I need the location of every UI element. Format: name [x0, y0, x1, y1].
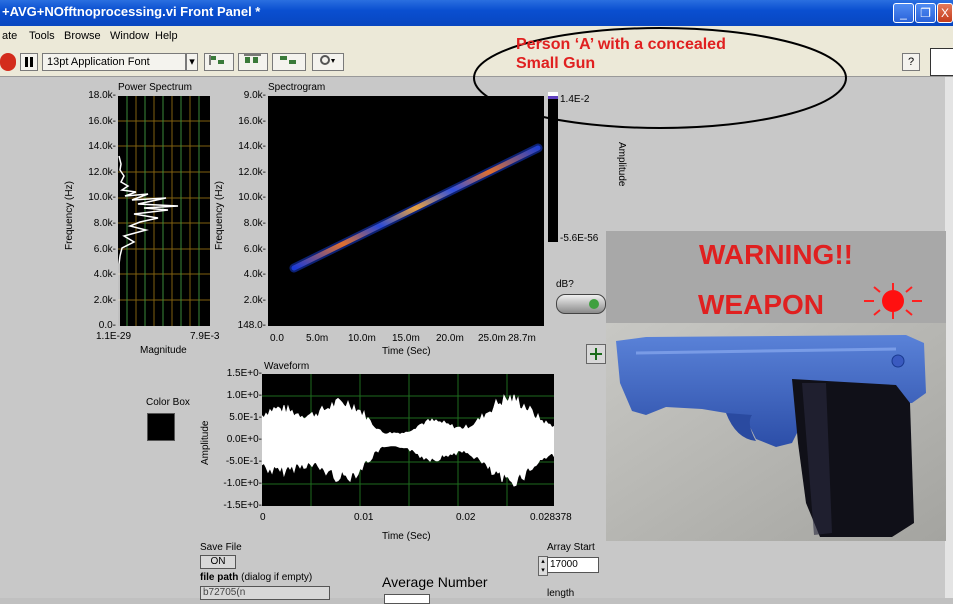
spectrogram-title: Spectrogram	[268, 82, 326, 93]
font-select[interactable]: 13pt Application Font	[42, 53, 186, 71]
spectrogram-y-tick: 10.0k-	[238, 192, 266, 204]
waveform-trace	[262, 394, 554, 487]
db-toggle-label: dB?	[556, 279, 574, 290]
colorbar-label: Amplitude	[616, 142, 627, 187]
spectrogram-x-tick: 28.7m	[508, 333, 536, 344]
waveform-y-tick: 1.0E+0-	[226, 390, 262, 401]
resize-icon[interactable]	[272, 53, 306, 71]
font-select-label: 13pt Application Font	[47, 56, 150, 68]
color-box[interactable]	[147, 413, 175, 441]
colorbar-min: -5.6E-56	[560, 233, 599, 244]
waveform-x-tick: 0.01	[354, 512, 374, 523]
power-spectrum-plot	[118, 96, 210, 326]
alarm-light-icon	[864, 283, 922, 319]
waveform-y-tick: 5.0E-1-	[229, 412, 262, 423]
spectrogram-y-tick: 2.0k-	[243, 294, 266, 306]
waveform-y-tick: -5.0E-1-	[225, 456, 262, 467]
waveform-y-tick: -1.0E+0-	[223, 478, 262, 489]
spectrogram-y-tick: 8.0k-	[243, 218, 266, 229]
menu-tools[interactable]: Tools	[29, 30, 55, 42]
spectrogram-x-label: Time (Sec)	[382, 346, 431, 357]
distribute-icon[interactable]	[238, 53, 268, 71]
spectrogram-colorbar	[548, 92, 558, 242]
array-start-field[interactable]: 17000	[547, 557, 599, 573]
spectrogram-y-tick: 148.0-	[237, 320, 266, 332]
power-spectrum-x-max: 7.9E-3	[190, 331, 220, 342]
spectrogram-x-tick: 15.0m	[392, 333, 420, 344]
chevron-down-icon[interactable]: ▾	[186, 53, 198, 71]
concealed-gun-image	[606, 323, 946, 541]
spectrogram-plot	[268, 96, 544, 326]
graph-palette-icon[interactable]	[586, 344, 606, 364]
spectrogram-y-tick: 16.0k-	[238, 115, 266, 127]
power-spectrum-x-label: Magnitude	[140, 345, 187, 356]
vi-icon	[930, 48, 953, 76]
color-box-label: Color Box	[146, 397, 190, 408]
annotation-line1: Person ‘A’ with a concealed	[516, 36, 726, 53]
vertical-scrollbar[interactable]	[945, 77, 953, 598]
weapon-text: WEAPON	[698, 289, 824, 320]
annotation-line2: Small Gun	[516, 55, 596, 72]
menu-browse[interactable]: Browse	[64, 30, 101, 42]
file-path-label: file path (dialog if empty)	[200, 572, 313, 583]
power-spectrum-x-min: 1.1E-29	[96, 331, 132, 342]
waveform-plot	[262, 374, 554, 506]
spectrogram-x-tick: 0.0	[270, 333, 284, 344]
waveform-x-label: Time (Sec)	[382, 531, 431, 542]
spectrogram-x-tick: 25.0m	[478, 333, 506, 344]
menu-window[interactable]: Window	[110, 30, 149, 42]
close-button[interactable]: X	[937, 3, 953, 23]
db-toggle-switch[interactable]	[556, 294, 606, 314]
minimize-button[interactable]: _	[893, 3, 914, 23]
save-file-label: Save File	[200, 542, 242, 553]
waveform-y-label: Amplitude	[200, 420, 211, 465]
annotation-text: Person ‘A’ with a concealed Small Gun	[516, 35, 726, 73]
length-label: length	[547, 588, 575, 599]
abort-icon[interactable]	[0, 53, 16, 71]
waveform-x-tick: 0	[260, 512, 266, 523]
waveform-title: Waveform	[264, 361, 310, 372]
colorbar-max: 1.4E-2	[560, 94, 590, 105]
waveform-y-tick: 0.0E+0-	[226, 434, 262, 445]
reorder-icon[interactable]	[312, 53, 344, 71]
maximize-button[interactable]: ❐	[915, 3, 936, 23]
spectrogram-y-tick: 12.0k-	[238, 166, 266, 178]
spectrogram-y-tick: 6.0k-	[243, 243, 266, 255]
spectrogram-y-tick: 9.0k-	[243, 90, 266, 101]
average-number-field[interactable]	[384, 594, 430, 604]
waveform-y-tick: 1.5E+0-	[226, 368, 262, 379]
average-number-label: Average Number	[382, 574, 488, 590]
spectrogram-x-tick: 20.0m	[436, 333, 464, 344]
spectrogram-x-tick: 10.0m	[348, 333, 376, 344]
warning-text: WARNING!!	[699, 239, 853, 270]
menu-operate[interactable]: ate	[2, 30, 17, 42]
save-file-button[interactable]: ON	[200, 555, 236, 569]
waveform-x-tick: 0.02	[456, 512, 476, 523]
spectrogram-y-tick: 4.0k-	[243, 269, 266, 281]
waveform-x-tick: 0.028378	[530, 512, 572, 523]
pause-icon[interactable]	[20, 53, 38, 71]
array-start-label: Array Start	[547, 542, 595, 553]
waveform-y-tick: -1.5E+0-	[223, 500, 262, 511]
spectrogram-y-label: Frequency (Hz)	[214, 181, 225, 250]
window-title: +AVG+NOfftnoprocessing.vi Front Panel *	[2, 4, 261, 19]
spectrogram-x-tick: 5.0m	[306, 333, 329, 344]
title-bar: +AVG+NOfftnoprocessing.vi Front Panel * …	[0, 0, 953, 26]
help-button[interactable]: ?	[902, 53, 920, 71]
align-icon[interactable]	[204, 53, 234, 71]
spectrogram-y-tick: 14.0k-	[238, 141, 266, 153]
warning-panel: WARNING!! WEAPON	[606, 231, 946, 541]
menu-help[interactable]: Help	[155, 30, 178, 42]
